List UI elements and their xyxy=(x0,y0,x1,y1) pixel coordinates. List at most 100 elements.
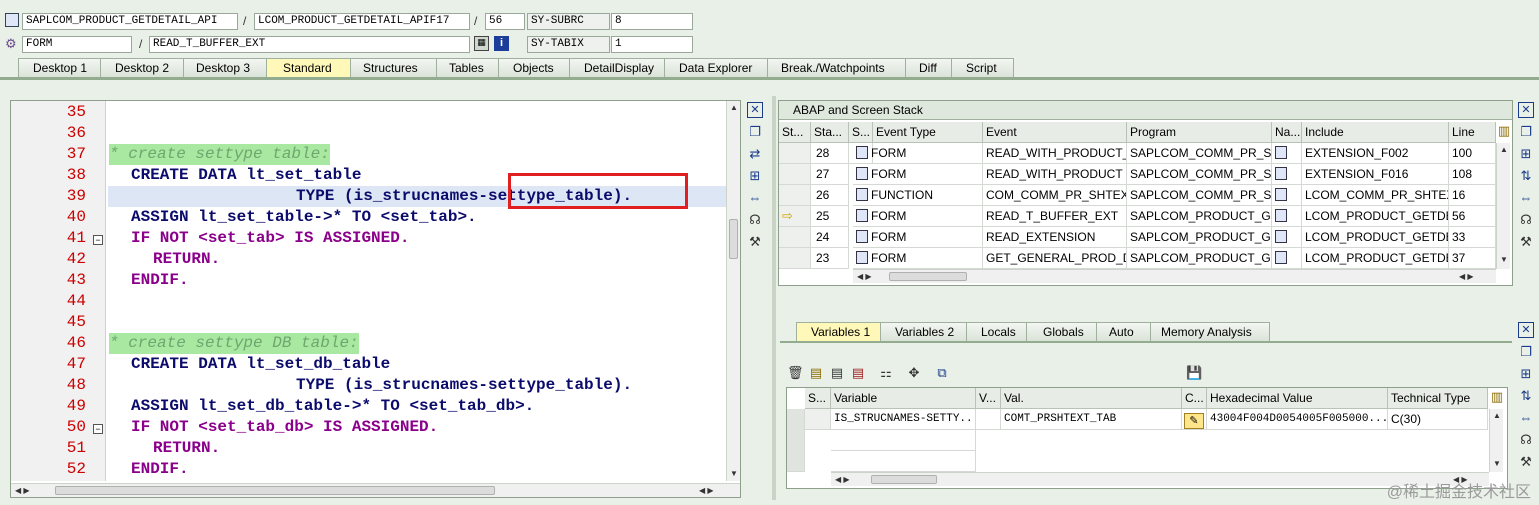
tab-locals[interactable]: Locals xyxy=(966,322,1028,342)
empty-row[interactable] xyxy=(831,430,976,451)
tool-icon[interactable]: ⚒ xyxy=(1518,454,1534,470)
vertical-splitter[interactable] xyxy=(772,96,776,500)
col-header[interactable]: Include xyxy=(1302,122,1449,143)
pencil-icon[interactable]: ✎ xyxy=(1184,413,1204,429)
move-icon[interactable]: ✥ xyxy=(906,365,922,381)
col-header[interactable]: St... xyxy=(779,122,811,143)
sysvar-field-2[interactable]: SY-TABIX xyxy=(527,36,610,53)
col-header[interactable]: Val. xyxy=(1001,388,1182,409)
close-icon[interactable]: ✕ xyxy=(1518,102,1534,118)
tab-tables[interactable]: Tables xyxy=(436,58,500,78)
slash: / xyxy=(139,37,143,51)
tab-objects[interactable]: Objects xyxy=(498,58,571,78)
col-header[interactable]: V... xyxy=(976,388,1001,409)
sysvar-field-1[interactable]: SY-SUBRC xyxy=(527,13,610,30)
col-header[interactable]: Variable xyxy=(831,388,976,409)
slash: / xyxy=(474,14,478,28)
vars-vscrollbar[interactable]: ▲ ▼ xyxy=(1489,409,1503,472)
tab-globals[interactable]: Globals xyxy=(1026,322,1098,342)
new-window-icon[interactable]: ❐ xyxy=(1518,344,1534,360)
event-field[interactable]: READ_T_BUFFER_EXT xyxy=(149,36,470,53)
scroll-thumb[interactable] xyxy=(729,219,738,259)
tab-data-explorer[interactable]: Data Explorer xyxy=(664,58,769,78)
display-icon[interactable]: ▦ xyxy=(474,36,489,51)
program-field[interactable]: SAPLCOM_PRODUCT_GETDETAIL_API xyxy=(22,13,238,30)
maximize-icon[interactable]: ⊞ xyxy=(1518,146,1534,162)
tab-variables-2[interactable]: Variables 2 xyxy=(880,322,968,342)
new-window-icon[interactable]: ❐ xyxy=(1518,124,1534,140)
fold-toggle[interactable]: − xyxy=(93,424,103,434)
save-icon[interactable]: 💾 xyxy=(1186,365,1202,381)
headset-icon[interactable]: ☊ xyxy=(1518,432,1534,448)
source-editor[interactable]: 35 36 37 38 39 40 41 42 43 44 45 46 47 4… xyxy=(10,100,741,498)
tab-desktop-2[interactable]: Desktop 2 xyxy=(100,58,185,78)
col-header[interactable]: C... xyxy=(1182,388,1207,409)
col-header[interactable]: Event Type xyxy=(873,122,983,143)
maximize-icon[interactable]: ⊞ xyxy=(1518,366,1534,382)
tab-auto[interactable]: Auto xyxy=(1096,322,1152,342)
stack-hscrollbar[interactable]: ◀ ▶ ◀ ▶ xyxy=(853,269,1496,283)
headset-icon[interactable]: ☊ xyxy=(1518,212,1534,228)
editor-hscrollbar[interactable]: ◀ ▶ ◀ ▶ xyxy=(11,483,740,497)
col-header[interactable]: Program xyxy=(1127,122,1272,143)
maximize-icon[interactable]: ⊞ xyxy=(747,168,763,184)
tab-desktop-3[interactable]: Desktop 3 xyxy=(183,58,268,78)
swap-icon[interactable]: ⇄ xyxy=(747,146,763,162)
code-line: RETURN. xyxy=(153,250,221,268)
tool-icon[interactable]: ⚒ xyxy=(1518,234,1534,250)
include-field[interactable]: LCOM_PRODUCT_GETDETAIL_APIF17 xyxy=(254,13,470,30)
scroll-thumb[interactable] xyxy=(871,475,937,484)
tab-script[interactable]: Script xyxy=(951,58,1014,78)
col-header[interactable]: Sta... xyxy=(811,122,849,143)
tab-variables-1[interactable]: Variables 1 xyxy=(796,322,882,342)
scroll-thumb[interactable] xyxy=(889,272,967,281)
editor-vscrollbar[interactable]: ▲ ▼ xyxy=(726,101,740,481)
new-window-icon[interactable]: ❐ xyxy=(747,124,763,140)
stack-vscrollbar[interactable]: ▲ ▼ xyxy=(1496,143,1510,269)
col-header[interactable]: S... xyxy=(805,388,831,409)
stack-panel-title: ABAP and Screen Stack xyxy=(779,101,1512,120)
document-icon xyxy=(1275,251,1287,264)
info-icon[interactable]: i xyxy=(494,36,509,51)
headset-icon[interactable]: ☊ xyxy=(747,212,763,228)
tool-icon[interactable]: ⚒ xyxy=(747,234,763,250)
sysval-field-2[interactable]: 1 xyxy=(611,36,693,53)
swap-icon[interactable]: ⇅ xyxy=(1518,168,1534,184)
tab-diff[interactable]: Diff xyxy=(905,58,953,78)
line-field[interactable]: 56 xyxy=(485,13,525,30)
col-header[interactable]: Line xyxy=(1449,122,1496,143)
col-header[interactable]: S... xyxy=(849,122,873,143)
resize-icon[interactable]: ⇔ xyxy=(1518,190,1534,206)
tab-detaildisplay[interactable]: DetailDisplay xyxy=(569,58,666,78)
column-settings-icon[interactable]: ▥ xyxy=(1496,123,1512,139)
col-header[interactable]: Technical Type xyxy=(1388,388,1488,409)
column-settings-icon[interactable]: ▥ xyxy=(1489,389,1505,405)
resize-icon[interactable]: ⇔ xyxy=(1518,410,1534,426)
empty-row[interactable] xyxy=(831,451,976,472)
tab-standard[interactable]: Standard xyxy=(266,58,352,78)
tree-icon[interactable]: ⚏ xyxy=(878,365,894,381)
open-icon[interactable]: ⧉ xyxy=(934,365,950,381)
tab-desktop-1[interactable]: Desktop 1 xyxy=(18,58,102,78)
scroll-thumb[interactable] xyxy=(55,486,495,495)
list-icon[interactable]: ▤ xyxy=(829,365,845,381)
tab-breakpoints[interactable]: Break./Watchpoints xyxy=(767,58,907,78)
col-header[interactable]: Na... xyxy=(1272,122,1302,143)
tab-structures[interactable]: Structures xyxy=(350,58,438,78)
delete-icon[interactable]: 🗑 xyxy=(787,365,804,381)
swap-icon[interactable]: ⇅ xyxy=(1518,388,1534,404)
arrow-right-icon: ⇨ xyxy=(782,208,793,223)
tab-memory-analysis[interactable]: Memory Analysis xyxy=(1150,322,1270,342)
close-icon[interactable]: ✕ xyxy=(747,102,763,118)
insert-icon[interactable]: ▤ xyxy=(808,365,824,381)
fold-toggle[interactable]: − xyxy=(93,235,103,245)
remove-icon[interactable]: ▤ xyxy=(850,365,866,381)
line-number: 39 xyxy=(66,187,86,205)
col-header[interactable]: Event xyxy=(983,122,1127,143)
event-type-field[interactable]: FORM xyxy=(22,36,132,53)
document-icon xyxy=(1275,230,1287,243)
col-header[interactable]: Hexadecimal Value xyxy=(1207,388,1388,409)
sysval-field-1[interactable]: 8 xyxy=(611,13,693,30)
close-icon[interactable]: ✕ xyxy=(1518,322,1534,338)
resize-icon[interactable]: ⇔ xyxy=(747,190,763,206)
